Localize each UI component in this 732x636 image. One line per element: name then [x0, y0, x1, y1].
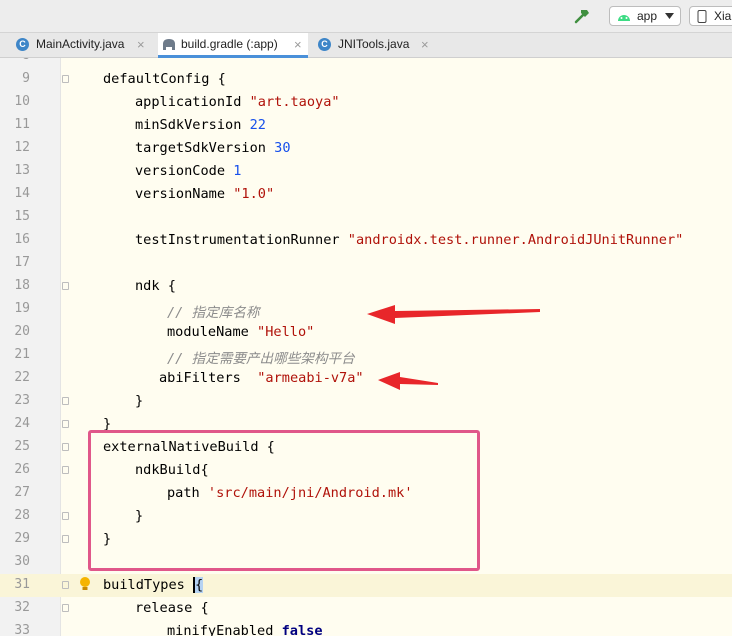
annotation-overlay — [367, 305, 540, 390]
red-arrow-icon — [378, 372, 438, 390]
red-arrow-icon — [367, 305, 540, 324]
